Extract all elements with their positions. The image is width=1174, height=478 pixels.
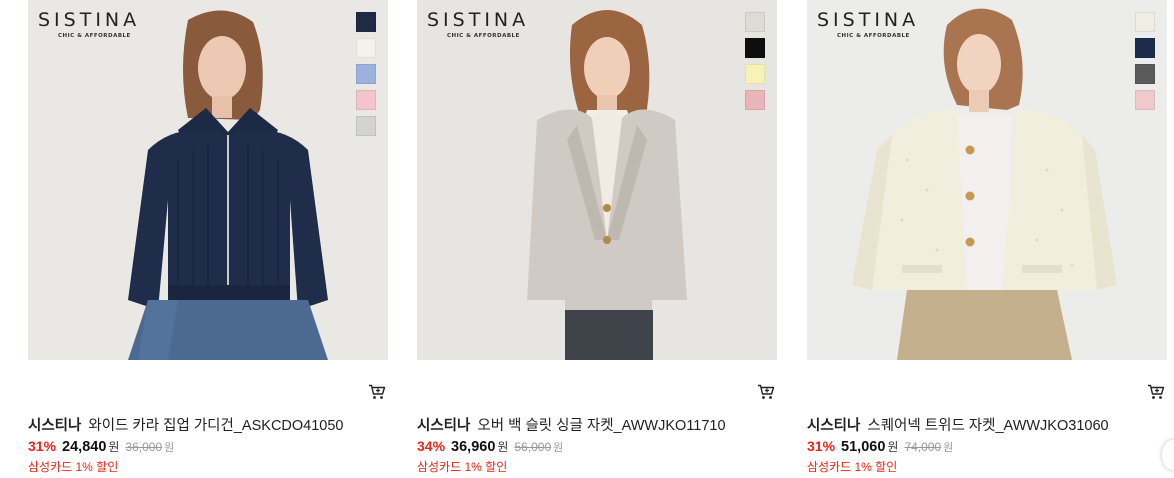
brand-name: 시스티나 [28,418,82,434]
logo-tagline: CHIC & AFFORDABLE [837,33,910,39]
logo-tagline: CHIC & AFFORDABLE [447,33,520,39]
currency-unit: 원 [497,440,509,454]
product-image[interactable]: SISTINA CHIC & AFFORDABLE [28,0,388,360]
color-swatch [356,12,376,32]
sale-price: 24,840 [62,439,107,455]
original-price: 36,000 [125,440,163,454]
brand-logo: SISTINA CHIC & AFFORDABLE [427,9,529,39]
product-name: 스퀘어넥 트위드 자켓_AWWJKO31060 [867,418,1109,434]
color-swatches [1135,12,1155,116]
card-benefit: 삼성카드 1% 할인 [417,460,508,474]
model-photo [28,0,388,360]
color-swatch [1135,12,1155,32]
product-card[interactable]: SISTINA CHIC & AFFORDABLE 시스티나 스퀘어넥 트위드 자… [807,0,1167,478]
product-title[interactable]: 시스티나 스퀘어넥 트위드 자켓_AWWJKO31060 [807,414,1109,435]
price-info: 31% 51,060 원 74,000 원 [807,438,953,455]
original-currency-unit: 원 [164,442,175,454]
original-currency-unit: 원 [553,442,564,454]
original-currency-unit: 원 [943,442,954,454]
model-photo [807,0,1167,360]
color-swatches [356,12,376,142]
brand-logo: SISTINA CHIC & AFFORDABLE [38,9,140,39]
color-swatch [1135,38,1155,58]
color-swatch [745,12,765,32]
color-swatch [1135,90,1155,110]
discount-rate: 34% [417,438,446,454]
currency-unit: 원 [108,440,120,454]
product-title[interactable]: 시스티나 와이드 카라 집업 가디건_ASKCDO41050 [28,414,343,435]
product-image[interactable]: SISTINA CHIC & AFFORDABLE [807,0,1167,360]
currency-unit: 원 [887,440,899,454]
product-image[interactable]: SISTINA CHIC & AFFORDABLE [417,0,777,360]
price-info: 31% 24,840 원 36,000 원 [28,438,174,455]
add-to-cart-button[interactable] [366,382,388,402]
logo-wordmark: SISTINA [38,9,141,31]
logo-wordmark: SISTINA [817,9,920,31]
color-swatch [356,116,376,136]
cart-icon [758,384,775,399]
color-swatch [356,64,376,84]
color-swatch [745,90,765,110]
brand-logo: SISTINA CHIC & AFFORDABLE [817,9,919,39]
color-swatches [745,12,765,116]
color-swatch [1135,64,1155,84]
color-swatch [745,38,765,58]
price-info: 34% 36,960 원 56,000 원 [417,438,563,455]
logo-wordmark: SISTINA [427,9,530,31]
product-name: 와이드 카라 집업 가디건_ASKCDO41050 [88,418,344,434]
product-title[interactable]: 시스티나 오버 백 슬릿 싱글 자켓_AWWJKO11710 [417,414,726,435]
sale-price: 36,960 [451,439,496,455]
product-name: 오버 백 슬릿 싱글 자켓_AWWJKO11710 [477,418,726,434]
cart-icon [1148,384,1165,399]
original-price: 74,000 [904,440,942,454]
color-swatch [356,90,376,110]
model-photo [417,0,777,360]
discount-rate: 31% [807,438,836,454]
discount-rate: 31% [28,438,57,454]
original-price: 56,000 [514,440,552,454]
card-benefit: 삼성카드 1% 할인 [28,460,119,474]
add-to-cart-button[interactable] [755,382,777,402]
color-swatch [745,64,765,84]
color-swatch [356,38,376,58]
sale-price: 51,060 [841,439,886,455]
add-to-cart-button[interactable] [1145,382,1167,402]
brand-name: 시스티나 [807,418,861,434]
product-card[interactable]: SISTINA CHIC & AFFORDABLE 시스티나 와이드 카라 집업 … [28,0,388,478]
cart-icon [369,384,386,399]
brand-name: 시스티나 [417,418,471,434]
card-benefit: 삼성카드 1% 할인 [807,460,898,474]
logo-tagline: CHIC & AFFORDABLE [58,33,131,39]
product-card[interactable]: SISTINA CHIC & AFFORDABLE 시스티나 오버 백 슬릿 싱글… [417,0,777,478]
